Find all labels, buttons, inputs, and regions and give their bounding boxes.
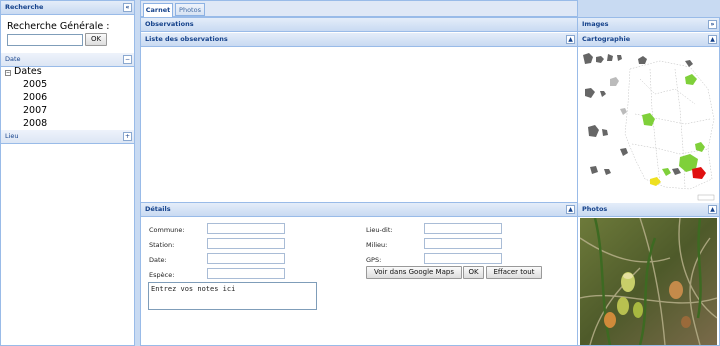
search-panel-header: Recherche «: [1, 1, 134, 15]
observation-list[interactable]: [141, 48, 577, 203]
station-field[interactable]: [207, 238, 285, 249]
cartography-title: Cartographie: [582, 35, 631, 43]
lieu-section-header[interactable]: Lieu +: [1, 130, 134, 144]
france-map-image[interactable]: [580, 49, 717, 202]
tab-bar: [140, 0, 578, 17]
lieu-dit-field[interactable]: [424, 223, 502, 234]
tree-minus-icon[interactable]: −: [5, 70, 11, 76]
espece-label: Espèce:: [149, 271, 175, 279]
collapse-left-icon[interactable]: «: [123, 3, 132, 12]
plant-photo-image[interactable]: [580, 218, 717, 345]
gps-field[interactable]: [424, 253, 502, 264]
expand-lieu-icon[interactable]: +: [123, 132, 132, 141]
tree-year-2006[interactable]: 2006: [23, 92, 47, 103]
collapse-date-icon[interactable]: −: [123, 55, 132, 64]
search-ok-button[interactable]: OK: [85, 33, 107, 46]
images-header: Images »: [578, 18, 719, 32]
milieu-field[interactable]: [424, 238, 502, 249]
search-panel-title: Recherche: [5, 3, 44, 11]
search-input[interactable]: [7, 34, 83, 46]
lieu-dit-label: Lieu-dit:: [366, 226, 393, 234]
search-panel: Recherche « Recherche Générale : OK Date…: [0, 0, 135, 346]
collapse-list-icon[interactable]: ▲: [566, 35, 575, 44]
lieu-section-title: Lieu: [5, 132, 19, 140]
photos-header: Photos ▲: [578, 203, 719, 217]
observations-title: Observations: [145, 20, 194, 28]
date-section-header[interactable]: Date −: [1, 53, 134, 67]
commune-field[interactable]: [207, 223, 285, 234]
date-section-title: Date: [5, 55, 21, 63]
photos-title: Photos: [582, 205, 608, 213]
cartography-header: Cartographie ▲: [578, 33, 719, 47]
images-panel: Images » Cartographie ▲ Photos ▲: [577, 17, 720, 346]
tab-carnet[interactable]: Carnet: [143, 3, 173, 17]
station-label: Station:: [149, 241, 175, 249]
details-panel: Détails ▲ Commune: Station: Date: Espèce…: [140, 202, 578, 346]
google-maps-button[interactable]: Voir dans Google Maps: [366, 266, 462, 279]
observation-list-header: Liste des observations ▲: [141, 33, 577, 47]
observations-header: Observations: [141, 18, 577, 32]
date-field[interactable]: [207, 253, 285, 264]
date-label: Date:: [149, 256, 167, 264]
details-title: Détails: [145, 205, 171, 213]
tree-year-2007[interactable]: 2007: [23, 105, 47, 116]
espece-field[interactable]: [207, 268, 285, 279]
collapse-photos-icon[interactable]: ▲: [708, 205, 717, 214]
observation-list-title: Liste des observations: [145, 35, 228, 43]
tab-photos[interactable]: Photos: [175, 3, 205, 16]
observations-panel: Observations Liste des observations ▲: [140, 17, 578, 204]
notes-textarea[interactable]: Entrez vos notes ici: [148, 282, 317, 310]
milieu-label: Milieu:: [366, 241, 388, 249]
ok-button[interactable]: OK: [463, 266, 484, 279]
tree-year-2008[interactable]: 2008: [23, 118, 47, 129]
clear-all-button[interactable]: Effacer tout: [486, 266, 542, 279]
commune-label: Commune:: [149, 226, 185, 234]
gps-label: GPS:: [366, 256, 382, 264]
collapse-details-icon[interactable]: ▲: [566, 205, 575, 214]
collapse-carto-icon[interactable]: ▲: [708, 35, 717, 44]
tree-root-dates[interactable]: Dates: [14, 66, 42, 77]
tree-year-2005[interactable]: 2005: [23, 79, 47, 90]
search-label: Recherche Générale :: [7, 21, 110, 32]
images-title: Images: [582, 20, 609, 28]
collapse-right-icon[interactable]: »: [708, 20, 717, 29]
details-header: Détails ▲: [141, 203, 577, 217]
